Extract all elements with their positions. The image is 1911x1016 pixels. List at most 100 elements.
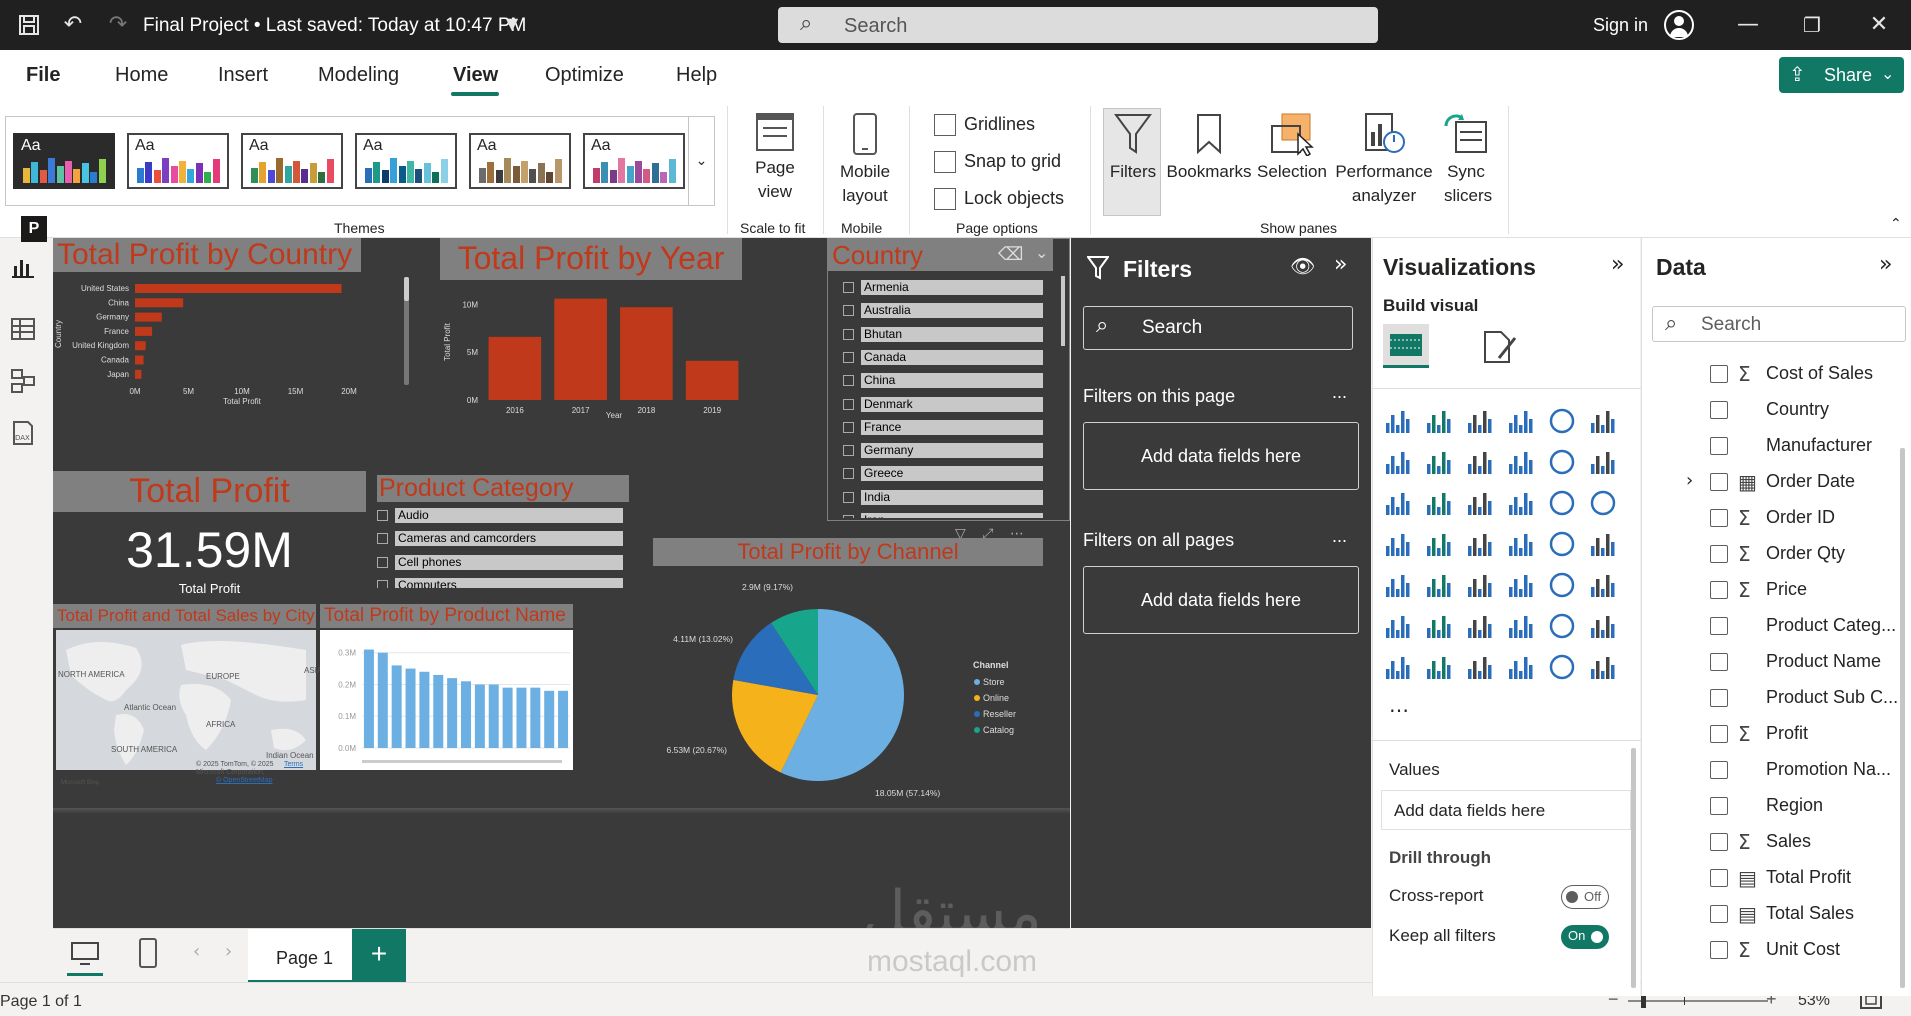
field-checkbox[interactable] [1710,725,1728,743]
sign-in-link[interactable]: Sign in [1593,15,1648,36]
field-checkbox[interactable] [1710,617,1728,635]
product-bar[interactable] [516,687,527,748]
cross-report-toggle[interactable]: Off [1561,885,1609,909]
collapse-filters-icon[interactable]: » [1334,252,1347,277]
slicer-item[interactable]: Denmark [843,396,1043,412]
slicer-checkbox[interactable] [843,351,854,363]
decomposition-tree-icon[interactable] [1465,611,1495,641]
ribbon-icon[interactable] [1506,447,1536,477]
gauge-icon[interactable] [1547,529,1577,559]
data-field[interactable]: Σ Profit [1642,720,1902,750]
redo-icon[interactable]: ↷ [103,10,133,40]
next-page-icon[interactable]: › [225,941,232,962]
data-search-input[interactable]: ⌕ Search [1652,306,1906,342]
slicer-item[interactable]: Armenia [843,280,1043,295]
key-influencers-icon[interactable] [1424,611,1454,641]
field-checkbox[interactable] [1710,905,1728,923]
year-bar[interactable] [488,336,542,400]
slicer-checkbox[interactable] [843,282,854,293]
100-bar-icon[interactable] [1547,406,1577,436]
country-bar[interactable] [135,312,162,322]
collapse-data-icon[interactable]: » [1879,252,1892,277]
waterfall-icon[interactable] [1383,488,1413,518]
power-automate-icon[interactable] [1465,652,1495,682]
chevron-down-icon[interactable]: ⌄ [1035,243,1048,262]
data-field[interactable]: ▤ Total Sales [1642,900,1902,930]
field-checkbox[interactable] [1710,437,1728,455]
product-bar[interactable] [544,690,555,748]
field-checkbox[interactable] [1710,509,1728,527]
line-icon[interactable] [1383,447,1413,477]
field-checkbox[interactable] [1710,833,1728,851]
slicer-item[interactable]: Germany [843,443,1043,459]
slicer-item[interactable]: Australia [843,303,1043,319]
avatar-icon[interactable] [1664,10,1694,40]
slicer-item[interactable]: Canada [843,349,1043,365]
field-checkbox[interactable] [1710,869,1728,887]
field-checkbox[interactable] [1710,797,1728,815]
collapse-ribbon-icon[interactable]: ⌃ [1890,216,1902,232]
stacked-area-icon[interactable] [1465,447,1495,477]
product-bar[interactable] [461,681,471,748]
matrix-icon[interactable] [1547,570,1577,600]
menu-home[interactable]: Home [115,64,168,87]
data-field[interactable]: Country [1642,396,1902,426]
profit-by-year-chart[interactable]: 2016 2017 2018 2019 0M 5M 10M Year Total Profit [440,282,750,428]
all-pages-filter-drop-well[interactable]: Add data fields here [1083,566,1359,634]
desktop-view-icon[interactable] [70,941,100,967]
narrative-icon[interactable] [1588,652,1618,682]
stacked-bar-icon[interactable] [1383,406,1413,436]
format-visual-icon[interactable] [1481,328,1517,366]
data-field[interactable]: Σ Sales [1642,828,1902,858]
more-options-icon[interactable]: ... [1332,526,1347,547]
model-view-icon[interactable] [10,368,36,394]
slicer-checkbox[interactable] [843,421,854,433]
power-apps-icon[interactable] [1424,652,1454,682]
data-field[interactable]: Region [1642,792,1902,822]
menu-view[interactable]: View [453,64,498,87]
slicer-icon[interactable] [1465,570,1495,600]
menu-optimize[interactable]: Optimize [545,64,624,87]
smart-narrative-icon[interactable] [1547,611,1577,641]
treemap-icon[interactable] [1383,529,1413,559]
slicer-scrollbar[interactable] [1061,276,1065,346]
data-field[interactable]: Σ Order ID [1642,504,1902,534]
product-bar[interactable] [502,687,513,748]
slicer-checkbox[interactable] [843,445,854,457]
pie-legend-label[interactable]: Online [983,693,1009,703]
table-view-icon[interactable] [10,316,36,342]
chart-scrollbar-thumb[interactable] [404,277,409,301]
arcgis-icon[interactable] [1506,652,1536,682]
share-button[interactable]: ⇪ Share ⌄ [1779,57,1904,93]
country-bar[interactable] [135,369,142,379]
100-column-icon[interactable] [1588,406,1618,436]
country-bar[interactable] [135,341,146,351]
slicer-checkbox[interactable] [843,468,854,480]
product-bar[interactable] [377,652,388,748]
pie-legend-label[interactable]: Catalog [983,725,1014,735]
dax-query-view-icon[interactable]: DAX [10,420,36,446]
slicer-item[interactable]: Cameras and camcorders [377,531,627,547]
data-field[interactable]: Σ Unit Cost [1642,936,1902,966]
menu-insert[interactable]: Insert [218,64,268,87]
slicer-item[interactable]: India [843,489,1043,505]
zoom-slider[interactable] [1628,1000,1768,1002]
theme-thumbnail[interactable]: Aa [241,133,343,189]
card-icon[interactable] [1588,529,1618,559]
slicer-checkbox[interactable] [377,533,388,545]
undo-icon[interactable]: ↶ [58,10,88,40]
mobile-view-icon[interactable] [138,937,158,969]
country-bar[interactable] [135,355,144,365]
page-tab[interactable]: Page 1 [248,929,352,983]
mobile-layout-button[interactable]: Mobile layout [830,112,900,208]
product-bar[interactable] [363,649,374,748]
paginated-icon[interactable] [1383,652,1413,682]
country-bar[interactable] [135,298,184,308]
product-bar[interactable] [558,690,569,748]
filters-search-input[interactable]: ⌕ Search [1083,306,1353,350]
azure-map-icon[interactable] [1506,529,1536,559]
stacked-column-icon[interactable] [1424,406,1454,436]
menu-file[interactable]: File [26,64,60,87]
title-dropdown-icon[interactable]: ▼ [497,9,527,39]
restore-icon[interactable]: ❐ [1797,10,1827,40]
